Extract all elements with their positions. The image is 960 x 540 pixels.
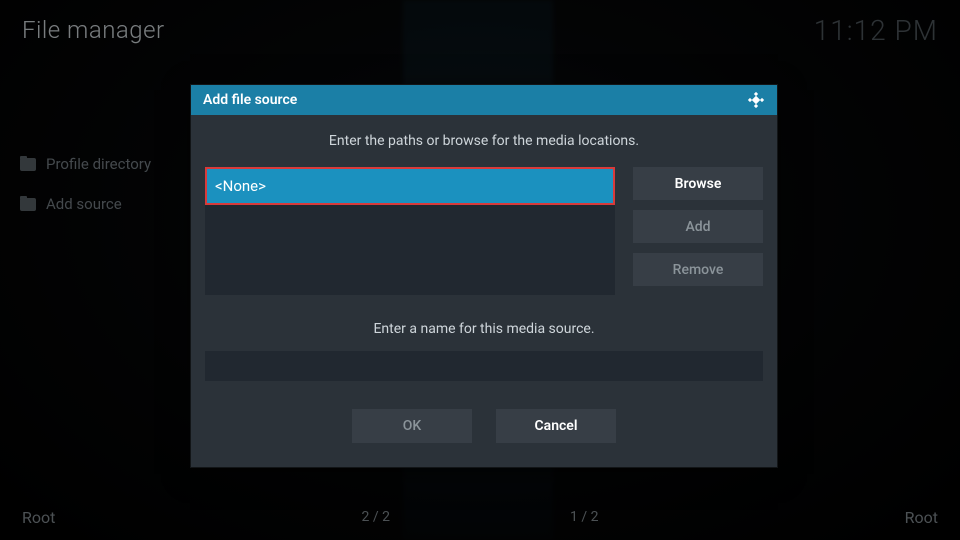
dialog-title: Add file source	[203, 92, 297, 108]
add-file-source-dialog: Add file source Enter the paths or brows…	[190, 84, 778, 468]
add-path-button[interactable]: Add	[633, 210, 763, 243]
browse-button[interactable]: Browse	[633, 167, 763, 200]
paths-list[interactable]: <None>	[205, 167, 615, 295]
kodi-logo-icon	[747, 91, 765, 109]
source-name-input[interactable]	[205, 351, 763, 381]
cancel-button[interactable]: Cancel	[496, 409, 616, 443]
remove-path-button[interactable]: Remove	[633, 253, 763, 286]
paths-hint: Enter the paths or browse for the media …	[205, 133, 763, 149]
name-hint: Enter a name for this media source.	[205, 321, 763, 337]
path-input-selected[interactable]: <None>	[205, 167, 615, 205]
ok-button[interactable]: OK	[352, 409, 472, 443]
